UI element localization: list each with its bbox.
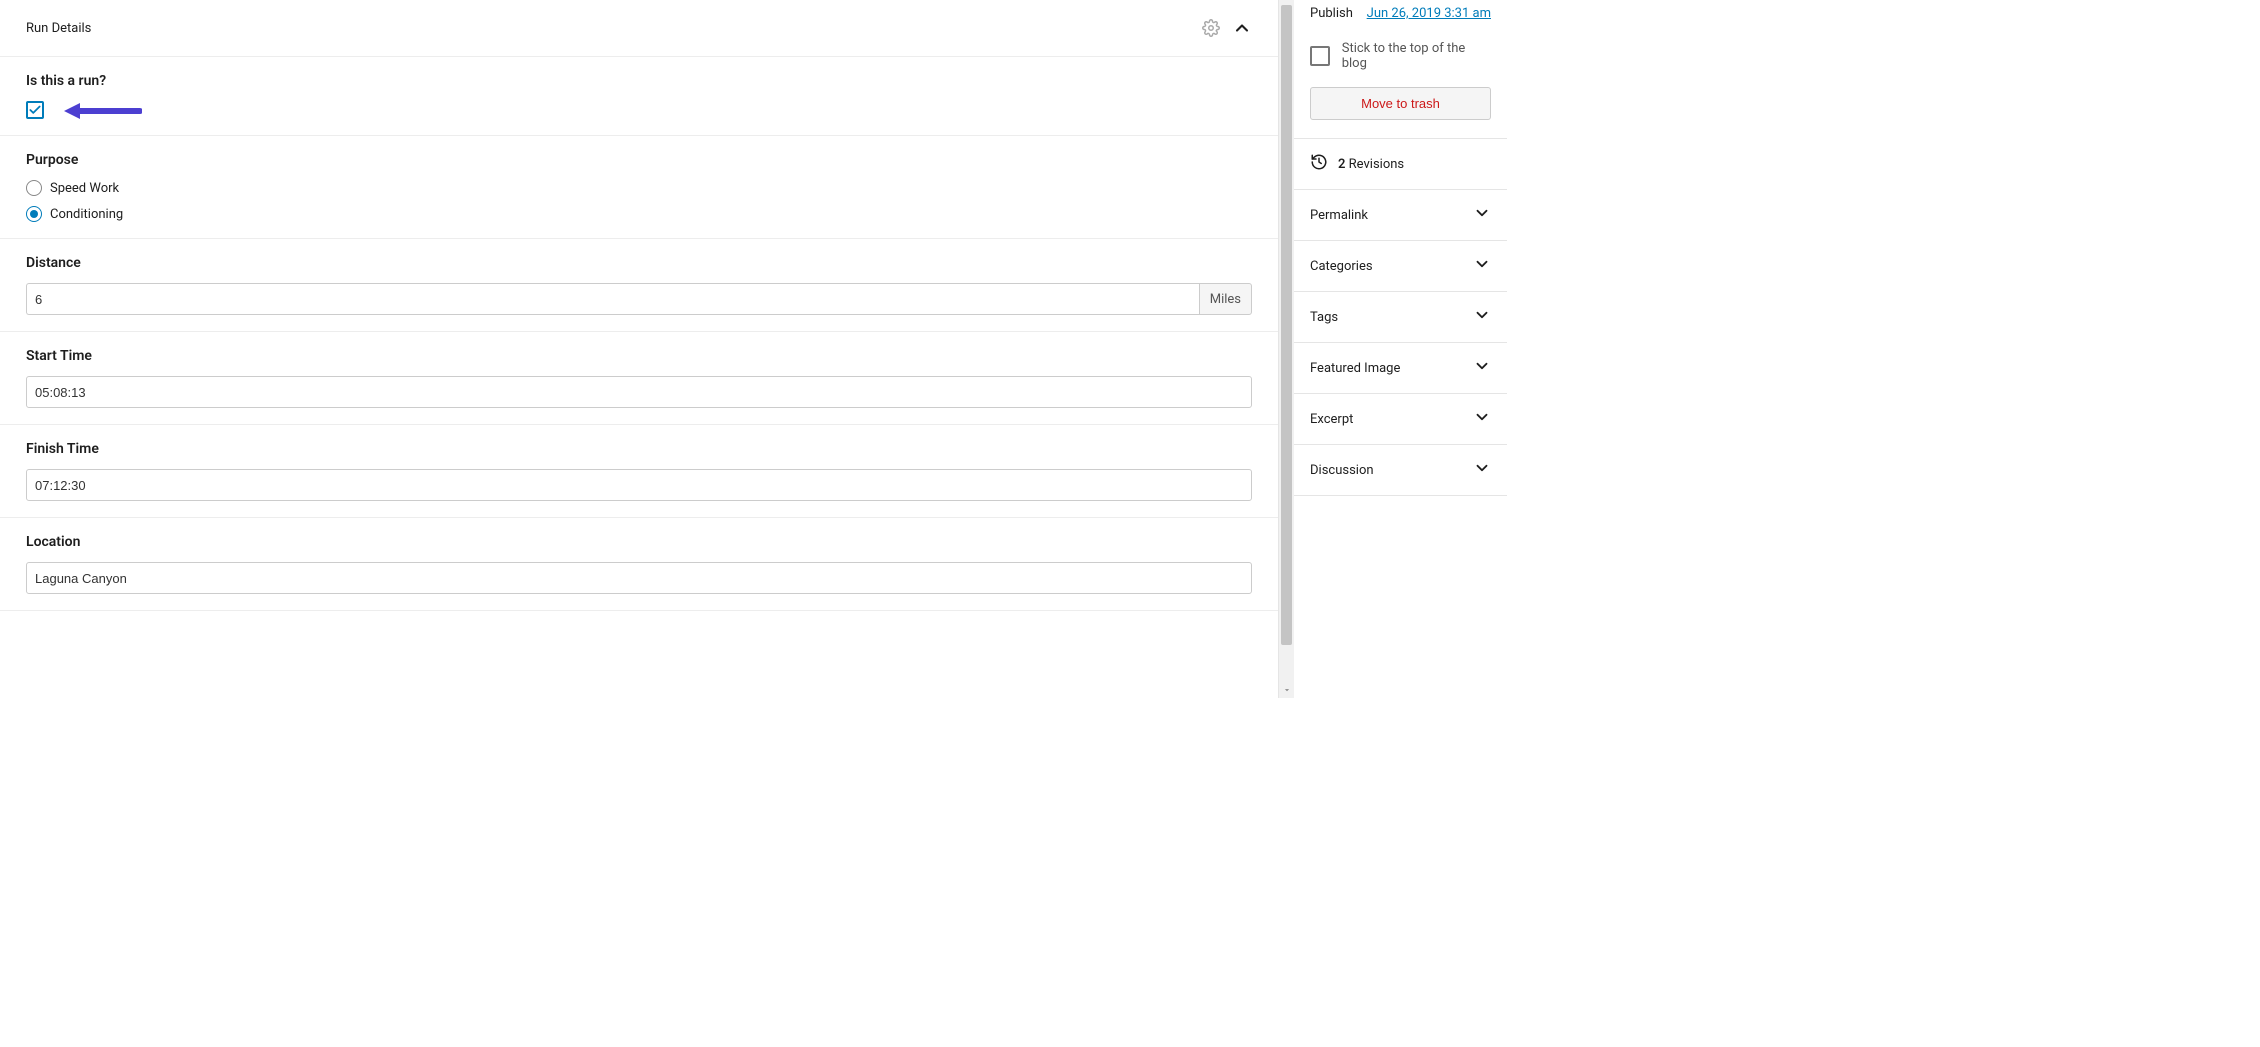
field-start-time: Start Time <box>0 332 1278 425</box>
panel-title: Run Details <box>26 21 91 36</box>
section-discussion[interactable]: Discussion <box>1294 445 1507 496</box>
field-location: Location <box>0 518 1278 611</box>
section-excerpt[interactable]: Excerpt <box>1294 394 1507 445</box>
scrollbar[interactable] <box>1279 0 1294 698</box>
radio-label: Speed Work <box>50 181 119 196</box>
stick-checkbox[interactable] <box>1310 46 1330 66</box>
revisions-text: 2 Revisions <box>1338 157 1404 172</box>
stick-row: Stick to the top of the blog <box>1294 33 1507 87</box>
move-to-trash-button[interactable]: Move to trash <box>1310 87 1491 120</box>
chevron-down-icon <box>1473 306 1491 328</box>
section-tags[interactable]: Tags <box>1294 292 1507 343</box>
publish-date-link[interactable]: Jun 26, 2019 3:31 am <box>1367 6 1491 21</box>
chevron-down-icon <box>1473 255 1491 277</box>
chevron-up-icon[interactable] <box>1232 18 1252 38</box>
radio-label: Conditioning <box>50 207 123 222</box>
section-label: Excerpt <box>1310 412 1353 427</box>
start-time-input[interactable] <box>26 376 1252 408</box>
radio-icon <box>26 180 42 196</box>
distance-unit: Miles <box>1199 283 1252 315</box>
field-label-start-time: Start Time <box>26 348 1252 364</box>
purpose-option-conditioning[interactable]: Conditioning <box>26 206 1252 222</box>
section-label: Categories <box>1310 259 1373 274</box>
history-icon <box>1310 153 1328 175</box>
publish-label: Publish <box>1310 6 1353 21</box>
location-input[interactable] <box>26 562 1252 594</box>
chevron-down-icon <box>1473 459 1491 481</box>
sidebar: Publish Jun 26, 2019 3:31 am Stick to th… <box>1294 0 1507 698</box>
field-label-is-run: Is this a run? <box>26 73 1252 89</box>
revisions-row[interactable]: 2 Revisions <box>1294 139 1507 190</box>
field-label-location: Location <box>26 534 1252 550</box>
section-label: Featured Image <box>1310 361 1400 376</box>
chevron-down-icon <box>1473 408 1491 430</box>
field-label-purpose: Purpose <box>26 152 1252 168</box>
section-label: Permalink <box>1310 208 1368 223</box>
section-label: Discussion <box>1310 463 1374 478</box>
panel-header-actions <box>1202 18 1252 38</box>
stick-label: Stick to the top of the blog <box>1342 41 1491 71</box>
annotation-arrow-icon <box>62 99 142 127</box>
section-permalink[interactable]: Permalink <box>1294 190 1507 241</box>
radio-icon <box>26 206 42 222</box>
purpose-radio-group: Speed Work Conditioning <box>26 180 1252 222</box>
chevron-down-icon <box>1473 357 1491 379</box>
distance-input[interactable] <box>26 283 1199 315</box>
main-content: Run Details Is this a run? <box>0 0 1279 698</box>
section-featured-image[interactable]: Featured Image <box>1294 343 1507 394</box>
publish-row: Publish Jun 26, 2019 3:31 am <box>1294 0 1507 33</box>
field-distance: Distance Miles <box>0 239 1278 332</box>
section-label: Tags <box>1310 310 1338 325</box>
field-finish-time: Finish Time <box>0 425 1278 518</box>
is-run-checkbox[interactable] <box>26 101 44 119</box>
panel-header: Run Details <box>0 0 1278 57</box>
scroll-down-icon[interactable] <box>1279 682 1294 698</box>
field-label-distance: Distance <box>26 255 1252 271</box>
scrollbar-thumb[interactable] <box>1281 5 1292 645</box>
section-categories[interactable]: Categories <box>1294 241 1507 292</box>
field-is-run: Is this a run? <box>0 57 1278 136</box>
chevron-down-icon <box>1473 204 1491 226</box>
purpose-option-speed-work[interactable]: Speed Work <box>26 180 1252 196</box>
field-purpose: Purpose Speed Work Conditioning <box>0 136 1278 239</box>
gear-icon[interactable] <box>1202 19 1220 37</box>
field-label-finish-time: Finish Time <box>26 441 1252 457</box>
finish-time-input[interactable] <box>26 469 1252 501</box>
